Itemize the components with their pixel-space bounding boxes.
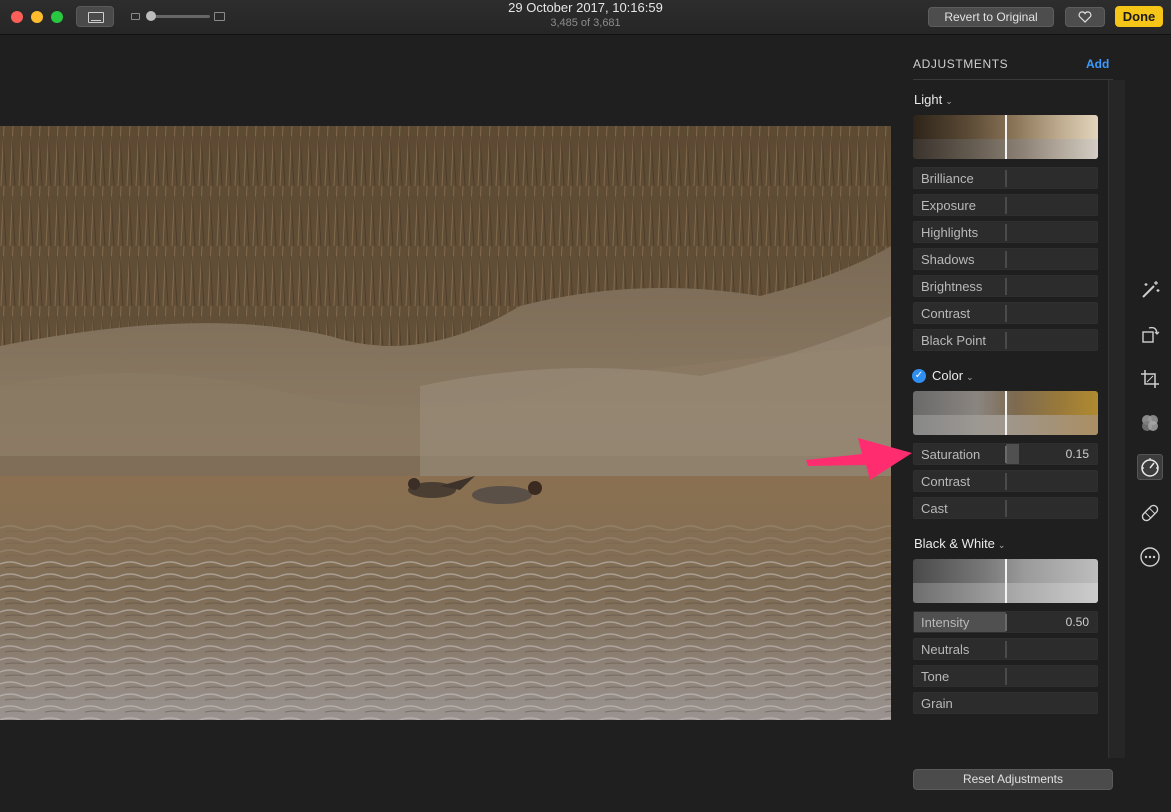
- chevron-down-icon: ⌄: [997, 540, 1006, 550]
- add-adjustment-button[interactable]: Add: [1086, 57, 1109, 71]
- tone-slider[interactable]: Tone: [913, 665, 1098, 687]
- enhance-tool-button[interactable]: [1137, 277, 1163, 303]
- filters-tool-button[interactable]: [1137, 410, 1163, 436]
- intensity-slider[interactable]: Intensity 0.50: [913, 611, 1098, 633]
- rotate-icon: [1142, 326, 1160, 343]
- brightness-slider[interactable]: Brightness: [913, 275, 1098, 297]
- chevron-down-icon: ⌄: [945, 96, 953, 106]
- color-section-title: Color: [932, 368, 964, 383]
- chevron-down-icon: ⌄: [966, 372, 974, 382]
- color-contrast-slider[interactable]: Contrast: [913, 470, 1098, 492]
- bw-section-toggle[interactable]: Black & White ⌄: [914, 536, 1005, 551]
- bw-thumbnail-strip[interactable]: [913, 559, 1098, 603]
- crop-icon: [1141, 370, 1159, 388]
- shadows-slider[interactable]: Shadows: [913, 248, 1098, 270]
- light-section-toggle[interactable]: Light ⌄: [914, 92, 953, 107]
- favorite-button[interactable]: [1065, 7, 1105, 27]
- pointer-arrow: [806, 438, 912, 480]
- crop-tool-button[interactable]: [1137, 366, 1163, 392]
- color-section-toggle[interactable]: Color ⌄: [932, 368, 974, 383]
- header-divider: [913, 79, 1113, 80]
- retouch-tool-button[interactable]: [1137, 500, 1163, 526]
- panel-scrollbar[interactable]: [1108, 80, 1125, 758]
- light-thumbnail-handle[interactable]: [1005, 115, 1007, 159]
- magic-wand-icon: [1142, 281, 1160, 298]
- revert-to-original-button[interactable]: Revert to Original: [928, 7, 1054, 27]
- bw-thumbnail-handle[interactable]: [1005, 559, 1007, 603]
- light-thumbnail-strip[interactable]: [913, 115, 1098, 159]
- bw-section-title: Black & White: [914, 536, 995, 551]
- adjust-icon: [1141, 458, 1159, 477]
- brilliance-slider[interactable]: Brilliance: [913, 167, 1098, 189]
- saturation-value: 0.15: [1065, 447, 1089, 461]
- filters-icon: [1142, 415, 1158, 431]
- reset-adjustments-button[interactable]: Reset Adjustments: [913, 769, 1113, 790]
- adjustments-header: ADJUSTMENTS: [913, 57, 1009, 71]
- color-enabled-checkbox[interactable]: ✓: [912, 369, 926, 383]
- photo-canvas[interactable]: [0, 126, 891, 720]
- color-thumbnail-handle[interactable]: [1005, 391, 1007, 435]
- exposure-slider[interactable]: Exposure: [913, 194, 1098, 216]
- light-section-title: Light: [914, 92, 943, 107]
- rotate-tool-button[interactable]: [1137, 321, 1163, 347]
- highlights-slider[interactable]: Highlights: [913, 221, 1098, 243]
- adjust-tool-button[interactable]: [1137, 454, 1163, 480]
- cast-slider[interactable]: Cast: [913, 497, 1098, 519]
- retouch-icon: [1141, 504, 1159, 522]
- duck-photo: [0, 126, 891, 720]
- black-point-slider[interactable]: Black Point: [913, 329, 1098, 351]
- more-tool-button[interactable]: [1137, 544, 1163, 570]
- saturation-slider[interactable]: Saturation 0.15: [913, 443, 1098, 465]
- done-button[interactable]: Done: [1115, 6, 1163, 27]
- more-icon: [1140, 547, 1160, 567]
- saturation-fill: [1006, 444, 1019, 464]
- neutrals-slider[interactable]: Neutrals: [913, 638, 1098, 660]
- grain-slider[interactable]: Grain: [913, 692, 1098, 714]
- intensity-value: 0.50: [1065, 615, 1089, 629]
- light-contrast-slider[interactable]: Contrast: [913, 302, 1098, 324]
- heart-icon: [1078, 11, 1092, 23]
- color-thumbnail-strip[interactable]: [913, 391, 1098, 435]
